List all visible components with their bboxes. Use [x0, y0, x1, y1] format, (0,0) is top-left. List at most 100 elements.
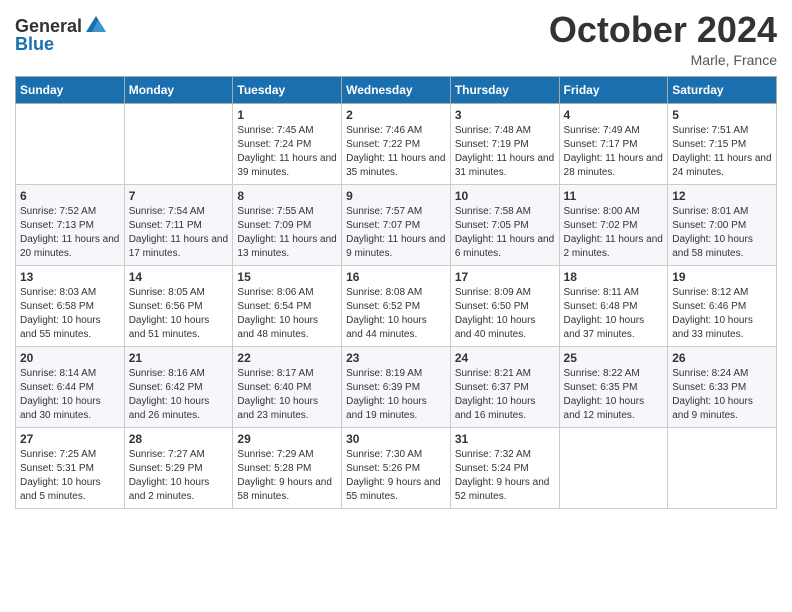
- cell-info: Sunrise: 8:06 AMSunset: 6:54 PMDaylight:…: [237, 286, 337, 342]
- day-number: 3: [455, 108, 555, 122]
- cell-info: Sunrise: 8:11 AMSunset: 6:48 PMDaylight:…: [564, 286, 664, 342]
- calendar-cell: 8 Sunrise: 7:55 AMSunset: 7:09 PMDaylight…: [233, 184, 342, 265]
- calendar-cell: 11 Sunrise: 8:00 AMSunset: 7:02 PMDayligh…: [559, 184, 668, 265]
- day-number: 7: [129, 189, 229, 203]
- calendar-cell: 12Sunrise: 8:01 AMSunset: 7:00 PMDayligh…: [668, 184, 777, 265]
- cell-info: Sunrise: 7:29 AMSunset: 5:28 PMDaylight:…: [237, 448, 337, 504]
- cell-info: Sunrise: 7:48 AMSunset: 7:19 PMDaylight:…: [455, 124, 555, 180]
- calendar-row-3: 20Sunrise: 8:14 AMSunset: 6:44 PMDayligh…: [16, 346, 777, 427]
- calendar-cell: 16 Sunrise: 8:08 AMSunset: 6:52 PMDayligh…: [342, 265, 451, 346]
- day-number: 19: [672, 270, 772, 284]
- logo-blue: Blue: [15, 34, 54, 55]
- col-thursday: Thursday: [450, 76, 559, 103]
- calendar-cell: [124, 103, 233, 184]
- cell-info: Sunrise: 8:09 AMSunset: 6:50 PMDaylight:…: [455, 286, 555, 342]
- cell-info: Sunrise: 7:32 AMSunset: 5:24 PMDaylight:…: [455, 448, 555, 504]
- day-number: 1: [237, 108, 337, 122]
- day-number: 17: [455, 270, 555, 284]
- cell-info: Sunrise: 8:03 AMSunset: 6:58 PMDaylight:…: [20, 286, 120, 342]
- cell-info: Sunrise: 7:54 AMSunset: 7:11 PMDaylight:…: [129, 205, 229, 261]
- title-area: October 2024 Marle, France: [549, 10, 777, 68]
- cell-info: Sunrise: 8:00 AMSunset: 7:02 PMDaylight:…: [564, 205, 664, 261]
- day-number: 10: [455, 189, 555, 203]
- cell-info: Sunrise: 8:17 AMSunset: 6:40 PMDaylight:…: [237, 367, 337, 423]
- col-friday: Friday: [559, 76, 668, 103]
- day-number: 8: [237, 189, 337, 203]
- calendar-cell: 3 Sunrise: 7:48 AMSunset: 7:19 PMDaylight…: [450, 103, 559, 184]
- calendar-cell: 6 Sunrise: 7:52 AMSunset: 7:13 PMDaylight…: [16, 184, 125, 265]
- calendar-cell: 13 Sunrise: 8:03 AMSunset: 6:58 PMDayligh…: [16, 265, 125, 346]
- logo-icon: [84, 14, 108, 38]
- day-number: 14: [129, 270, 229, 284]
- calendar-cell: [559, 427, 668, 508]
- cell-info: Sunrise: 7:57 AMSunset: 7:07 PMDaylight:…: [346, 205, 446, 261]
- cell-info: Sunrise: 7:30 AMSunset: 5:26 PMDaylight:…: [346, 448, 446, 504]
- day-number: 27: [20, 432, 120, 446]
- day-number: 12: [672, 189, 772, 203]
- col-tuesday: Tuesday: [233, 76, 342, 103]
- day-number: 22: [237, 351, 337, 365]
- day-number: 16: [346, 270, 446, 284]
- calendar-cell: 5 Sunrise: 7:51 AMSunset: 7:15 PMDaylight…: [668, 103, 777, 184]
- month-title: October 2024: [549, 10, 777, 50]
- cell-info: Sunrise: 7:25 AMSunset: 5:31 PMDaylight:…: [20, 448, 120, 504]
- day-number: 21: [129, 351, 229, 365]
- cell-info: Sunrise: 7:45 AMSunset: 7:24 PMDaylight:…: [237, 124, 337, 180]
- calendar-cell: 1 Sunrise: 7:45 AMSunset: 7:24 PMDaylight…: [233, 103, 342, 184]
- calendar-cell: 31 Sunrise: 7:32 AMSunset: 5:24 PMDayligh…: [450, 427, 559, 508]
- day-number: 18: [564, 270, 664, 284]
- cell-info: Sunrise: 8:24 AMSunset: 6:33 PMDaylight:…: [672, 367, 772, 423]
- calendar-row-0: 1 Sunrise: 7:45 AMSunset: 7:24 PMDaylight…: [16, 103, 777, 184]
- day-number: 24: [455, 351, 555, 365]
- day-number: 2: [346, 108, 446, 122]
- calendar-cell: 27 Sunrise: 7:25 AMSunset: 5:31 PMDayligh…: [16, 427, 125, 508]
- day-number: 26: [672, 351, 772, 365]
- calendar-cell: 22 Sunrise: 8:17 AMSunset: 6:40 PMDayligh…: [233, 346, 342, 427]
- day-number: 25: [564, 351, 664, 365]
- day-number: 28: [129, 432, 229, 446]
- calendar-cell: 24Sunrise: 8:21 AMSunset: 6:37 PMDayligh…: [450, 346, 559, 427]
- calendar-cell: 23 Sunrise: 8:19 AMSunset: 6:39 PMDayligh…: [342, 346, 451, 427]
- calendar-row-4: 27 Sunrise: 7:25 AMSunset: 5:31 PMDayligh…: [16, 427, 777, 508]
- calendar-cell: 18 Sunrise: 8:11 AMSunset: 6:48 PMDayligh…: [559, 265, 668, 346]
- day-number: 29: [237, 432, 337, 446]
- calendar-cell: [668, 427, 777, 508]
- calendar-cell: 10 Sunrise: 7:58 AMSunset: 7:05 PMDayligh…: [450, 184, 559, 265]
- cell-info: Sunrise: 7:55 AMSunset: 7:09 PMDaylight:…: [237, 205, 337, 261]
- day-number: 23: [346, 351, 446, 365]
- day-number: 31: [455, 432, 555, 446]
- calendar-cell: 26 Sunrise: 8:24 AMSunset: 6:33 PMDayligh…: [668, 346, 777, 427]
- cell-info: Sunrise: 7:52 AMSunset: 7:13 PMDaylight:…: [20, 205, 120, 261]
- calendar-cell: 19 Sunrise: 8:12 AMSunset: 6:46 PMDayligh…: [668, 265, 777, 346]
- col-saturday: Saturday: [668, 76, 777, 103]
- calendar-cell: 15Sunrise: 8:06 AMSunset: 6:54 PMDayligh…: [233, 265, 342, 346]
- day-number: 13: [20, 270, 120, 284]
- cell-info: Sunrise: 7:51 AMSunset: 7:15 PMDaylight:…: [672, 124, 772, 180]
- calendar-cell: 28Sunrise: 7:27 AMSunset: 5:29 PMDayligh…: [124, 427, 233, 508]
- cell-info: Sunrise: 8:19 AMSunset: 6:39 PMDaylight:…: [346, 367, 446, 423]
- cell-info: Sunrise: 8:08 AMSunset: 6:52 PMDaylight:…: [346, 286, 446, 342]
- day-number: 5: [672, 108, 772, 122]
- cell-info: Sunrise: 8:12 AMSunset: 6:46 PMDaylight:…: [672, 286, 772, 342]
- location: Marle, France: [549, 52, 777, 68]
- cell-info: Sunrise: 8:22 AMSunset: 6:35 PMDaylight:…: [564, 367, 664, 423]
- calendar-table: Sunday Monday Tuesday Wednesday Thursday…: [15, 76, 777, 509]
- header-area: General Blue October 2024 Marle, France: [15, 10, 777, 68]
- calendar-cell: 29 Sunrise: 7:29 AMSunset: 5:28 PMDayligh…: [233, 427, 342, 508]
- cell-info: Sunrise: 8:16 AMSunset: 6:42 PMDaylight:…: [129, 367, 229, 423]
- calendar-cell: 14 Sunrise: 8:05 AMSunset: 6:56 PMDayligh…: [124, 265, 233, 346]
- calendar-cell: 20Sunrise: 8:14 AMSunset: 6:44 PMDayligh…: [16, 346, 125, 427]
- cell-info: Sunrise: 7:58 AMSunset: 7:05 PMDaylight:…: [455, 205, 555, 261]
- logo: General Blue: [15, 14, 108, 55]
- calendar-cell: 21 Sunrise: 8:16 AMSunset: 6:42 PMDayligh…: [124, 346, 233, 427]
- day-number: 11: [564, 189, 664, 203]
- page-container: General Blue October 2024 Marle, France …: [0, 0, 792, 524]
- cell-info: Sunrise: 8:05 AMSunset: 6:56 PMDaylight:…: [129, 286, 229, 342]
- calendar-cell: [16, 103, 125, 184]
- day-number: 6: [20, 189, 120, 203]
- cell-info: Sunrise: 7:46 AMSunset: 7:22 PMDaylight:…: [346, 124, 446, 180]
- day-number: 9: [346, 189, 446, 203]
- col-wednesday: Wednesday: [342, 76, 451, 103]
- calendar-row-1: 6 Sunrise: 7:52 AMSunset: 7:13 PMDaylight…: [16, 184, 777, 265]
- calendar-cell: 4Sunrise: 7:49 AMSunset: 7:17 PMDaylight…: [559, 103, 668, 184]
